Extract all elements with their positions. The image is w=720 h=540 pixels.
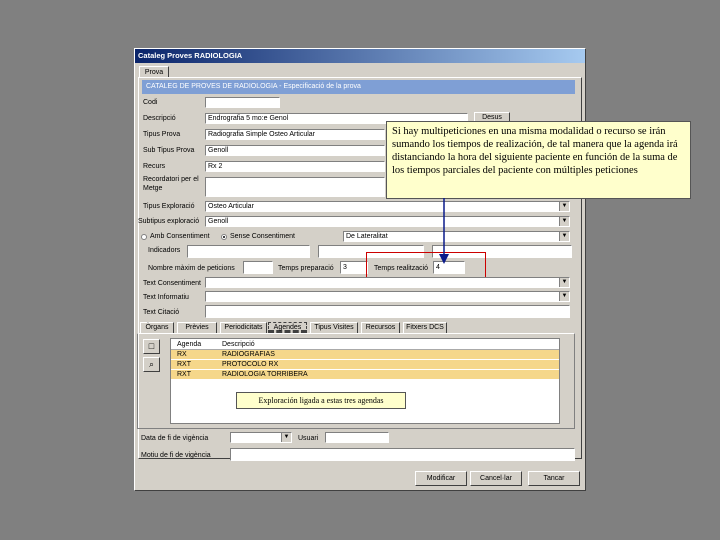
agendes-note: Exploración ligada a estas tres agendas (236, 392, 406, 409)
recurs-label: Recurs (143, 163, 166, 170)
new-record-icon[interactable]: □ (143, 339, 160, 354)
tab-recursos[interactable]: Recursos (361, 322, 400, 333)
tipus-exploracio-value: Osteo Articular (208, 203, 254, 210)
usuari-field[interactable] (325, 432, 389, 443)
calendar-dropdown-icon[interactable]: ▼ (281, 433, 291, 442)
tab-organs[interactable]: Òrgans (140, 322, 174, 333)
tipus-prova-field[interactable]: Radiografia Simple Osteo Articular (205, 129, 385, 140)
subtipus-exploracio-select[interactable]: Genoll ▼ (205, 216, 570, 227)
radio-amb-label: Amb Consentiment (150, 233, 210, 240)
text-inform-select[interactable]: ▼ (205, 291, 570, 302)
descripcio-label: Descripció (143, 115, 176, 122)
window-title: Cataleg Proves RADIOLOGIA (135, 49, 585, 63)
tab-previes[interactable]: Prèvies (177, 322, 217, 333)
table-row[interactable]: RX RADIOGRAFIAS (171, 350, 559, 359)
temps-prep-field[interactable]: 3 (340, 261, 368, 274)
recurs-field[interactable]: Rx 2 (205, 161, 385, 172)
grid-cell-descripcio: PROTOCOLO RX (222, 361, 279, 368)
chevron-down-icon[interactable]: ▼ (559, 232, 569, 241)
text-inform-label: Text Informatiu (143, 294, 189, 301)
tipus-exploracio-label: Tipus Exploració (143, 203, 195, 210)
tab-fitxers-dcs[interactable]: Fitxers DCS (403, 322, 447, 333)
grid-cell-agenda: RXT (177, 371, 191, 378)
tipus-prova-label: Tipus Prova (143, 131, 181, 138)
indicadors-label: Indicadors (148, 247, 181, 254)
tipus-exploracio-select[interactable]: Osteo Articular ▼ (205, 201, 570, 212)
agendes-grid: Agenda Descripció RX RADIOGRAFIAS RXT PR… (170, 338, 560, 424)
radio-amb-consentiment[interactable] (141, 234, 147, 240)
codi-field[interactable] (205, 97, 280, 108)
indicadors-field[interactable] (187, 245, 310, 258)
sub-tipus-field[interactable]: Genoll (205, 145, 385, 156)
modificar-button[interactable]: Modificar (415, 471, 467, 486)
search-icon[interactable]: ⌕ (143, 357, 160, 372)
data-fi-field[interactable]: ▼ (230, 432, 292, 443)
text-citacio-field[interactable] (205, 305, 570, 318)
text-citacio-label: Text Citació (143, 309, 180, 316)
table-row[interactable]: RXT RADIOLOGIA TORRIBERA (171, 370, 559, 379)
tab-agendes[interactable]: Agendes (268, 322, 307, 333)
callout-note: Si hay multipeticiones en una misma moda… (386, 121, 691, 199)
table-row[interactable]: RXT PROTOCOLO RX (171, 360, 559, 369)
tab-periodicitats[interactable]: Periodicitats (220, 322, 267, 333)
codi-label: Codi (143, 99, 158, 106)
text-consent-label: Text Consentiment (143, 280, 201, 287)
usuari-label: Usuari (298, 435, 319, 442)
grid-cell-descripcio: RADIOLOGIA TORRIBERA (222, 371, 308, 378)
temps-prep-label: Temps preparació (278, 265, 334, 272)
recordatori-field[interactable] (205, 177, 385, 197)
cancelar-button[interactable]: Cancel·lar (470, 471, 522, 486)
section-header: CATALEG DE PROVES DE RADIOLOGIA - Especi… (142, 80, 575, 94)
data-fi-label: Data de fi de vigència (141, 435, 209, 442)
chevron-down-icon[interactable]: ▼ (559, 292, 569, 301)
arrow-icon (439, 198, 449, 264)
chevron-down-icon[interactable]: ▼ (559, 217, 569, 226)
motiu-label: Motiu de fi de vigència (141, 452, 211, 459)
grid-cell-agenda: RX (177, 351, 187, 358)
radio-sense-label: Sense Consentiment (230, 233, 295, 240)
sub-tipus-label: Sub Tipus Prova (143, 147, 195, 154)
nombre-label: Nombre màxim de peticions (148, 265, 235, 272)
recordatori-label: Recordatori per el Metge (143, 176, 199, 192)
tab-tipus-visites[interactable]: Tipus Visites (310, 322, 358, 333)
subtipus-exploracio-value: Genoll (208, 218, 229, 225)
tancar-button[interactable]: Tancar (528, 471, 580, 486)
laterality-value: De Lateralitat (346, 233, 388, 240)
grid-header-row: Agenda Descripció (171, 340, 559, 350)
nombre-field[interactable] (243, 261, 273, 274)
chevron-down-icon[interactable]: ▼ (559, 202, 569, 211)
text-consent-select[interactable]: ▼ (205, 277, 570, 288)
grid-header-agenda: Agenda (177, 341, 202, 348)
grid-cell-descripcio: RADIOGRAFIAS (222, 351, 275, 358)
grid-header-descripcio: Descripció (222, 341, 255, 348)
chevron-down-icon[interactable]: ▼ (559, 278, 569, 287)
subtipus-exploracio-label: Subtipus exploració (138, 218, 200, 225)
grid-cell-agenda: RXT (177, 361, 191, 368)
motiu-field[interactable] (230, 448, 575, 461)
radio-sense-consentiment[interactable] (221, 234, 227, 240)
